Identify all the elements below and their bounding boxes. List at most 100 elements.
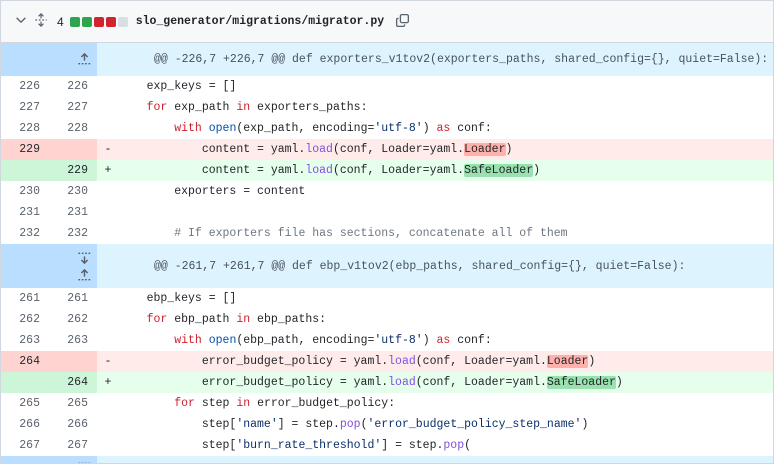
old-line-number[interactable] — [1, 372, 49, 393]
code-segment: 'utf-8' — [374, 122, 423, 135]
old-line-number[interactable]: 262 — [1, 309, 49, 330]
expand-all-button[interactable] — [31, 10, 51, 33]
hunk-expander-gutter — [1, 456, 97, 463]
new-line-number[interactable]: 228 — [49, 118, 97, 139]
code-line: for step in error_budget_policy: — [119, 393, 773, 414]
old-line-number[interactable]: 232 — [1, 223, 49, 244]
code-segment: load — [305, 164, 333, 177]
diff-marker — [97, 330, 119, 351]
code-segment: 'error_budget_policy_step_name' — [367, 418, 582, 431]
diff-marker: - — [97, 351, 119, 372]
old-line-number[interactable]: 261 — [1, 288, 49, 309]
new-line-number[interactable]: 227 — [49, 97, 97, 118]
old-line-number[interactable]: 231 — [1, 202, 49, 223]
old-line-number[interactable]: 266 — [1, 414, 49, 435]
code-line: for exp_path in exporters_paths: — [119, 97, 773, 118]
old-line-number[interactable] — [1, 160, 49, 181]
code-segment: exp_keys = [] — [119, 80, 237, 93]
code-segment: ebp_keys = [] — [119, 292, 237, 305]
old-line-number[interactable]: 227 — [1, 97, 49, 118]
diff-marker — [97, 202, 119, 223]
code-line: with open(ebp_path, encoding='utf-8') as… — [119, 330, 773, 351]
diff-line: 227 227 for exp_path in exporters_paths: — [1, 97, 773, 118]
old-line-number[interactable]: 228 — [1, 118, 49, 139]
diff-marker: - — [97, 139, 119, 160]
expand-up-button[interactable] — [75, 266, 93, 284]
diff-line: 264 + error_budget_policy = yaml.load(con… — [1, 372, 773, 393]
old-line-number[interactable]: 265 — [1, 393, 49, 414]
code-line: step['burn_rate_threshold'] = step.pop( — [119, 435, 773, 456]
diff-line: 263 263 with open(ebp_path, encoding='utf… — [1, 330, 773, 351]
code-segment: (conf, Loader=yaml. — [332, 164, 465, 177]
expand-down-button[interactable] — [75, 458, 93, 463]
diffstat-square-addition — [81, 16, 92, 27]
new-line-number[interactable]: 232 — [49, 223, 97, 244]
code-segment: SafeLoader — [546, 376, 616, 389]
old-line-number[interactable]: 263 — [1, 330, 49, 351]
diff-line: 229 - content = yaml.load(conf, Loader=ya… — [1, 139, 773, 160]
changed-lines-count: 4 — [57, 14, 64, 29]
code-segment: ) — [615, 376, 623, 389]
new-line-number[interactable]: 226 — [49, 76, 97, 97]
diff-line: 262 262 for ebp_path in ebp_paths: — [1, 309, 773, 330]
old-line-number[interactable]: 264 — [1, 351, 49, 372]
code-segment: 'burn_rate_threshold' — [236, 439, 382, 452]
old-line-number[interactable]: 267 — [1, 435, 49, 456]
hunk-expander-gutter — [1, 244, 97, 288]
diff-marker — [97, 76, 119, 97]
old-line-number[interactable]: 230 — [1, 181, 49, 202]
new-line-number[interactable]: 262 — [49, 309, 97, 330]
code-segment: ) — [581, 418, 589, 431]
new-line-number[interactable] — [49, 351, 97, 372]
code-segment: ) — [505, 143, 513, 156]
new-line-number[interactable]: 265 — [49, 393, 97, 414]
code-line: exp_keys = [] — [119, 76, 773, 97]
diff-marker: + — [97, 160, 119, 181]
new-line-number[interactable]: 264 — [49, 372, 97, 393]
code-line: # If exporters file has sections, concat… — [119, 223, 773, 244]
expand-down-button[interactable] — [75, 248, 93, 266]
new-line-number[interactable]: 267 — [49, 435, 97, 456]
code-segment: error_budget_policy = yaml. — [119, 376, 389, 389]
code-segment: (exp_path, encoding= — [236, 122, 375, 135]
file-name-link[interactable]: slo_generator/migrations/migrator.py — [136, 15, 384, 28]
code-line: with open(exp_path, encoding='utf-8') as… — [119, 118, 773, 139]
code-line: ebp_keys = [] — [119, 288, 773, 309]
code-line: content = yaml.load(conf, Loader=yaml.Sa… — [119, 160, 773, 181]
code-segment: ebp_paths: — [250, 313, 327, 326]
code-segment: error_budget_policy = yaml. — [119, 355, 389, 368]
file-diff-panel: 4 slo_generator/migrations/migrator.py @… — [0, 0, 774, 464]
code-segment: ] = step. — [381, 439, 444, 452]
code-line: exporters = content — [119, 181, 773, 202]
new-line-number[interactable]: 263 — [49, 330, 97, 351]
copy-path-button[interactable] — [392, 10, 413, 34]
diff-line: 261 261 ebp_keys = [] — [1, 288, 773, 309]
code-segment: (conf, Loader=yaml. — [415, 355, 547, 368]
new-line-number[interactable]: 229 — [49, 160, 97, 181]
new-line-number[interactable]: 231 — [49, 202, 97, 223]
code-segment: exporters_paths: — [250, 101, 368, 114]
collapse-file-button[interactable] — [11, 10, 31, 33]
expand-up-button[interactable] — [75, 51, 93, 69]
code-segment: in — [236, 313, 251, 326]
code-segment: (ebp_path, encoding= — [236, 334, 375, 347]
code-segment: load — [388, 376, 416, 389]
old-line-number[interactable]: 229 — [1, 139, 49, 160]
code-segment: with — [174, 334, 202, 347]
new-line-number[interactable]: 230 — [49, 181, 97, 202]
diffstat — [69, 16, 128, 27]
code-segment: conf: — [450, 122, 492, 135]
new-line-number[interactable] — [49, 139, 97, 160]
new-line-number[interactable]: 261 — [49, 288, 97, 309]
code-segment: content = yaml. — [119, 143, 306, 156]
old-line-number[interactable]: 226 — [1, 76, 49, 97]
code-segment: ) — [588, 355, 596, 368]
new-line-number[interactable]: 266 — [49, 414, 97, 435]
code-segment: (conf, Loader=yaml. — [415, 376, 547, 389]
